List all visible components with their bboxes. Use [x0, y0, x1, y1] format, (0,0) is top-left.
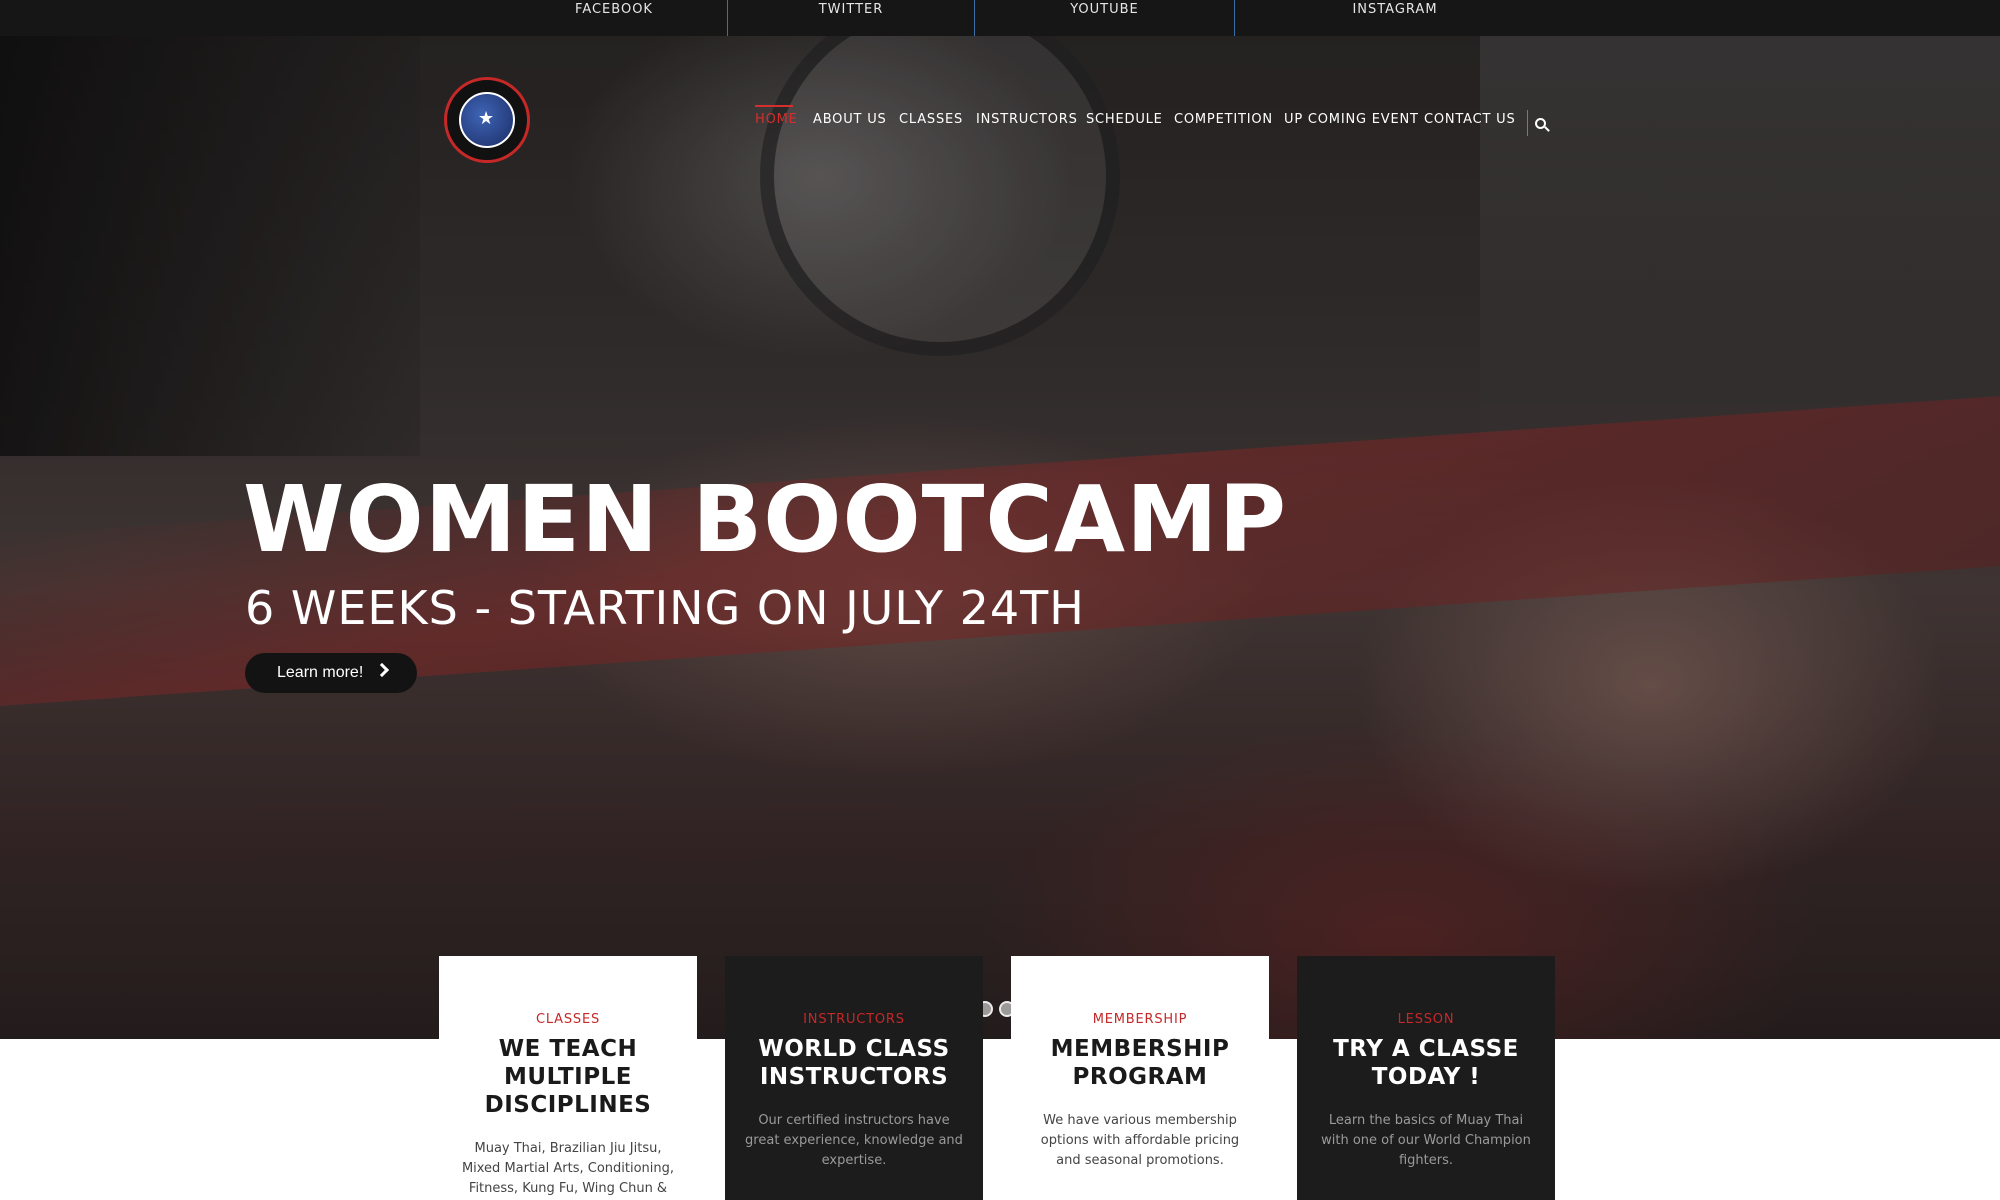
- nav-item-upcoming-event[interactable]: UP COMING EVENT: [1284, 112, 1419, 127]
- learn-more-button[interactable]: Learn more!: [245, 653, 417, 693]
- card-classes[interactable]: CLASSES WE TEACH MULTIPLE DISCIPLINES Mu…: [439, 956, 697, 1200]
- card-text: Learn the basics of Muay Thai with one o…: [1321, 1113, 1531, 1168]
- search-button[interactable]: [1527, 110, 1553, 136]
- main-nav: HOME ABOUT US CLASSES INSTRUCTORS SCHEDU…: [0, 112, 2000, 136]
- card-title: WE TEACH MULTIPLE DISCIPLINES: [484, 1036, 652, 1118]
- card-label: LESSON: [1397, 1012, 1455, 1027]
- card-text: We have various membership options with …: [1040, 1113, 1240, 1168]
- social-bar: FACEBOOK TWITTER YOUTUBE INSTAGRAM: [0, 0, 2000, 36]
- nav-item-competition[interactable]: COMPETITION: [1174, 112, 1273, 127]
- card-label: MEMBERSHIP: [1092, 1012, 1188, 1027]
- youtube-link[interactable]: YOUTUBE: [975, 0, 1234, 36]
- learn-more-label: Learn more!: [277, 664, 364, 681]
- card-label: INSTRUCTORS: [803, 1012, 905, 1027]
- card-text: Muay Thai, Brazilian Jiu Jitsu, Mixed Ma…: [461, 1141, 675, 1196]
- facebook-link[interactable]: FACEBOOK: [500, 0, 728, 36]
- chevron-right-icon: [374, 662, 390, 678]
- nav-item-contact-us[interactable]: CONTACT US: [1424, 112, 1516, 127]
- hero-title: WOMEN BOOTCAMP: [243, 466, 1288, 573]
- card-title: WORLD CLASS INSTRUCTORS: [758, 1036, 950, 1090]
- card-title: TRY A CLASSE TODAY !: [1333, 1036, 1519, 1090]
- instagram-link[interactable]: INSTAGRAM: [1235, 0, 1555, 36]
- hero-subtitle: 6 WEEKS - STARTING ON JULY 24TH: [245, 581, 1085, 635]
- nav-item-classes[interactable]: CLASSES: [899, 112, 963, 127]
- nav-item-schedule[interactable]: SCHEDULE: [1086, 112, 1163, 127]
- nav-item-home[interactable]: HOME: [755, 112, 798, 127]
- card-lesson[interactable]: LESSON TRY A CLASSE TODAY ! Learn the ba…: [1297, 956, 1555, 1200]
- card-title: MEMBERSHIP PROGRAM: [1050, 1036, 1230, 1090]
- search-icon: [1535, 117, 1546, 129]
- nav-item-instructors[interactable]: INSTRUCTORS: [976, 112, 1078, 127]
- card-text: Our certified instructors have great exp…: [745, 1113, 963, 1168]
- card-membership[interactable]: MEMBERSHIP MEMBERSHIP PROGRAM We have va…: [1011, 956, 1269, 1200]
- nav-active-indicator: [755, 105, 793, 107]
- twitter-link[interactable]: TWITTER: [728, 0, 974, 36]
- card-instructors[interactable]: INSTRUCTORS WORLD CLASS INSTRUCTORS Our …: [725, 956, 983, 1200]
- nav-item-about-us[interactable]: ABOUT US: [813, 112, 887, 127]
- card-label: CLASSES: [535, 1012, 601, 1027]
